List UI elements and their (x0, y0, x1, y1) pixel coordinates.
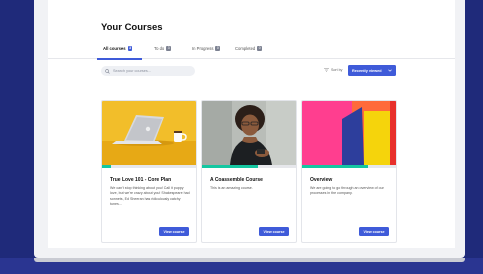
app-screen: Your Courses All courses 3 To do 3 In Pr… (48, 0, 455, 248)
course-title: Overview (310, 177, 333, 183)
sort-icon (324, 68, 329, 72)
laptop-lip (34, 258, 465, 262)
course-card[interactable]: Overview We are going to go through an o… (301, 100, 397, 243)
tab-to-do[interactable]: To do 3 (154, 46, 172, 51)
laptop-base (0, 258, 483, 274)
course-tabs: All courses 3 To do 3 In Progress 0 Comp… (48, 42, 455, 60)
search-input[interactable] (113, 67, 193, 75)
course-title: A Coassemble Course (210, 177, 263, 183)
progress-fill (302, 165, 368, 168)
search-box[interactable] (101, 66, 195, 76)
active-tab-indicator (97, 58, 142, 60)
course-title: True Love 101 - Core Plan (110, 177, 172, 183)
progress-fill (102, 165, 112, 168)
sort-by-label: Sort by (324, 68, 342, 72)
course-image-woman-phone (202, 101, 296, 165)
progress-bar (302, 165, 396, 168)
course-description: We can't stop thinking about you! Call i… (110, 186, 190, 207)
tab-label: In Progress (192, 46, 214, 51)
course-image-abstract (302, 101, 396, 165)
sort-select-value: Recently viewed (352, 68, 382, 73)
tab-label: All courses (103, 46, 126, 51)
course-image-laptop (102, 101, 196, 165)
view-course-button[interactable]: View course (359, 227, 389, 236)
page-title: Your Courses (101, 22, 163, 33)
tab-all-courses[interactable]: All courses 3 (103, 46, 133, 51)
count-badge: 0 (257, 46, 263, 51)
tab-label: Completed (235, 46, 256, 51)
course-description: We are going to go through an overview o… (310, 186, 384, 196)
search-icon (105, 68, 110, 74)
chevron-down-icon (388, 69, 392, 72)
progress-bar (102, 165, 196, 168)
sort-label-text: Sort by (331, 68, 343, 72)
view-course-button[interactable]: View course (259, 227, 289, 236)
count-badge: 0 (215, 46, 221, 51)
tab-completed[interactable]: Completed 0 (235, 46, 263, 51)
count-badge: 3 (127, 46, 133, 51)
view-course-button[interactable]: View course (159, 227, 189, 236)
progress-bar (202, 165, 296, 168)
tab-in-progress[interactable]: In Progress 0 (192, 46, 221, 51)
course-card[interactable]: True Love 101 - Core Plan We can't stop … (101, 100, 197, 243)
sort-select[interactable]: Recently viewed (348, 65, 396, 76)
progress-fill (202, 165, 259, 168)
course-card[interactable]: A Coassemble Course This is an amazing c… (201, 100, 297, 243)
count-badge: 3 (166, 46, 172, 51)
course-description: This is an amazing course. (210, 186, 253, 190)
tab-label: To do (154, 46, 165, 51)
